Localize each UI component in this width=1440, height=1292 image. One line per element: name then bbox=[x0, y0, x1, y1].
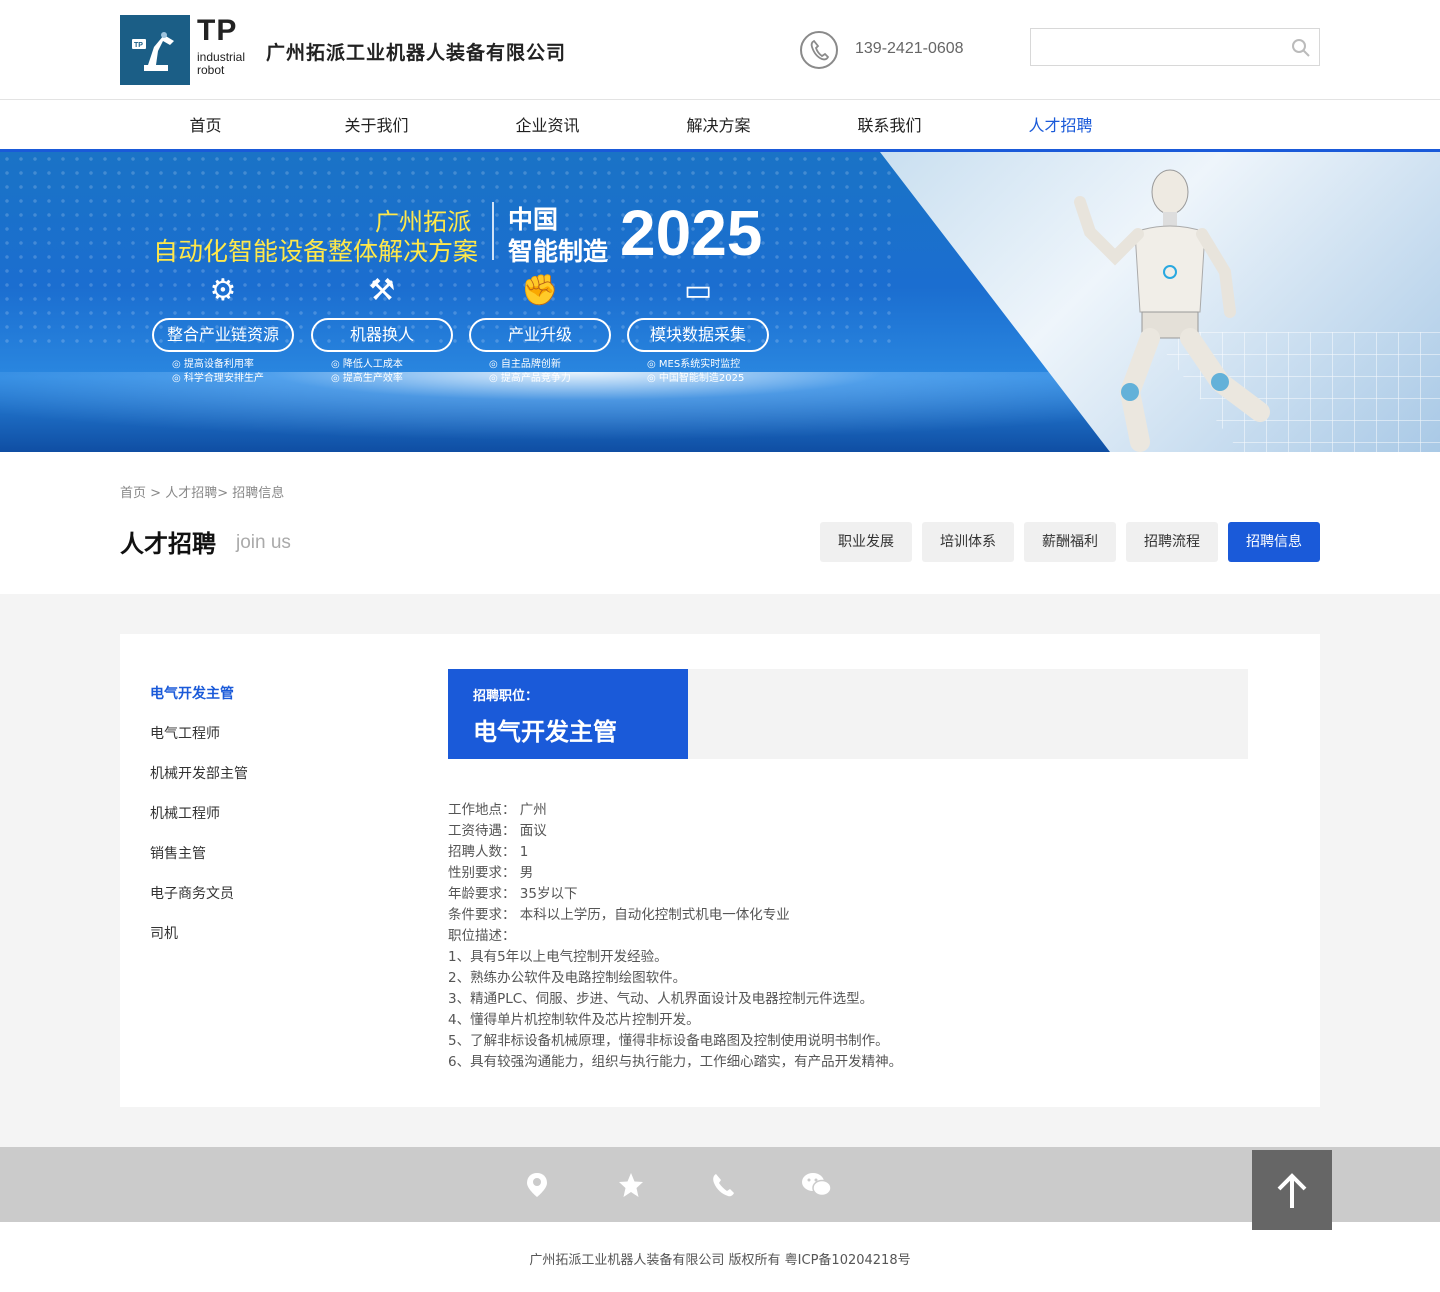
job-detail-line: 6、具有较强沟通能力，组织与执行能力，工作细心踏实，有产品开发精神。 bbox=[448, 1054, 903, 1070]
feature-sub: ◎ 提高设备利用率 bbox=[172, 359, 254, 370]
job-label: 招聘职位： bbox=[473, 689, 539, 704]
job-detail-line: 工作地点： 广州 bbox=[448, 802, 547, 818]
search-icon[interactable] bbox=[1291, 38, 1311, 58]
job-detail-line: 3、精通PLC、伺服、步进、气动、人机界面设计及电器控制元件选型。 bbox=[448, 991, 874, 1007]
phone-number: 139-2421-0608 bbox=[855, 40, 964, 57]
job-list-item[interactable]: 机械开发部主管 bbox=[150, 754, 248, 794]
star-icon[interactable] bbox=[617, 1171, 709, 1199]
hero-banner: 广州拓派 自动化智能设备整体解决方案 中国 智能制造 2025 ⚙ 整合产业链资… bbox=[0, 152, 1440, 452]
banner-feature: ▭ 模块数据采集 ◎ MES系统实时监控 ◎ 中国智能制造2025 bbox=[627, 270, 769, 386]
nav-item-careers[interactable]: 人才招聘 bbox=[975, 100, 1146, 152]
job-detail-line: 招聘人数： 1 bbox=[448, 844, 529, 860]
logo-wordmark: TP industrial robot bbox=[197, 14, 246, 77]
tab-career-development[interactable]: 职业发展 bbox=[820, 522, 912, 562]
job-card: 电气开发主管 电气工程师 机械开发部主管 机械工程师 销售主管 电子商务文员 司… bbox=[120, 634, 1320, 1107]
job-list-item[interactable]: 司机 bbox=[150, 914, 248, 954]
job-list-item[interactable]: 销售主管 bbox=[150, 834, 248, 874]
wechat-icon[interactable] bbox=[801, 1171, 893, 1199]
job-details: 工作地点： 广州 工资待遇： 面议 招聘人数： 1 性别要求： 男 年龄要求： … bbox=[448, 800, 902, 1073]
search-box bbox=[1030, 28, 1320, 66]
job-list-item[interactable]: 电气开发主管 bbox=[150, 674, 248, 714]
phone-icon bbox=[800, 31, 838, 69]
robot-arm-logo-icon: TP bbox=[132, 32, 174, 71]
banner-divider bbox=[492, 202, 494, 260]
feature-label: 模块数据采集 bbox=[627, 318, 769, 352]
banner-feature: ✊ 产业升级 ◎ 自主品牌创新 ◎ 提高产品竞争力 bbox=[469, 270, 611, 386]
upgrade-hand-icon: ✊ bbox=[521, 273, 559, 308]
feature-sub: ◎ MES系统实时监控 bbox=[647, 359, 741, 370]
job-title-box: 招聘职位： 电气开发主管 bbox=[448, 669, 688, 759]
tab-job-openings[interactable]: 招聘信息 bbox=[1228, 522, 1320, 562]
arrow-up-icon bbox=[1277, 1173, 1307, 1208]
humanoid-robot-image bbox=[1074, 169, 1270, 452]
company-name: 广州拓派工业机器人装备有限公司 bbox=[266, 42, 567, 64]
breadcrumb: 首页 > 人才招聘> 招聘信息 bbox=[120, 452, 1320, 522]
company-logo[interactable]: TP bbox=[120, 15, 190, 85]
sub-nav-tabs: 职业发展 培训体系 薪酬福利 招聘流程 招聘信息 bbox=[810, 522, 1320, 562]
job-detail-line: 4、懂得单片机控制软件及芯片控制开发。 bbox=[448, 1012, 700, 1028]
breadcrumb-home[interactable]: 首页 bbox=[120, 486, 146, 501]
feature-sub: ◎ 自主品牌创新 bbox=[489, 359, 561, 370]
job-name: 电气开发主管 bbox=[473, 718, 617, 746]
banner-title-tagline: 自动化智能设备整体解决方案 bbox=[153, 237, 479, 266]
nav-item-home[interactable]: 首页 bbox=[120, 100, 291, 152]
job-detail-line: 年龄要求： 35岁以下 bbox=[448, 886, 578, 902]
monitor-chart-icon: ▭ bbox=[683, 273, 713, 308]
section-header: 人才招聘 join us 职业发展 培训体系 薪酬福利 招聘流程 招聘信息 bbox=[120, 522, 1320, 594]
location-icon[interactable] bbox=[525, 1171, 617, 1199]
feature-label: 产业升级 bbox=[469, 318, 611, 352]
phone-icon[interactable] bbox=[709, 1171, 801, 1199]
job-detail-line: 1、具有5年以上电气控制开发经验。 bbox=[448, 949, 668, 965]
nav-item-solutions[interactable]: 解决方案 bbox=[633, 100, 804, 152]
content-area: 电气开发主管 电气工程师 机械开发部主管 机械工程师 销售主管 电子商务文员 司… bbox=[0, 594, 1440, 1147]
main-nav: 首页 关于我们 企业资讯 解决方案 联系我们 人才招聘 bbox=[0, 100, 1440, 152]
breadcrumb-separator: > bbox=[146, 486, 166, 501]
nav-item-contact[interactable]: 联系我们 bbox=[804, 100, 975, 152]
tab-hiring-process[interactable]: 招聘流程 bbox=[1126, 522, 1218, 562]
banner-year: 2025 bbox=[620, 197, 763, 269]
feature-sub: ◎ 中国智能制造2025 bbox=[647, 373, 745, 384]
page-title-en: join us bbox=[236, 532, 291, 553]
feature-label: 机器换人 bbox=[311, 318, 453, 352]
job-list: 电气开发主管 电气工程师 机械开发部主管 机械工程师 销售主管 电子商务文员 司… bbox=[150, 674, 248, 954]
job-list-item[interactable]: 电子商务文员 bbox=[150, 874, 248, 914]
job-detail-line: 工资待遇： 面议 bbox=[448, 823, 547, 839]
job-detail-line: 2、熟练办公软件及电路控制绘图软件。 bbox=[448, 970, 687, 986]
svg-text:TP: TP bbox=[134, 42, 143, 49]
copyright: 广州拓派工业机器人装备有限公司 版权所有 粤ICP备10204218号 bbox=[529, 1253, 911, 1268]
job-title-banner: 招聘职位： 电气开发主管 bbox=[448, 669, 1248, 759]
footer-icons bbox=[525, 1171, 893, 1199]
job-list-item[interactable]: 电气工程师 bbox=[150, 714, 248, 754]
feature-sub: ◎ 降低人工成本 bbox=[331, 359, 403, 370]
banner-feature: ⚙ 整合产业链资源 ◎ 提高设备利用率 ◎ 科学合理安排生产 bbox=[152, 270, 294, 386]
robot-arm-icon: ⚒ bbox=[368, 273, 396, 308]
page-title: 人才招聘 bbox=[120, 530, 216, 558]
breadcrumb-current: 招聘信息 bbox=[232, 486, 285, 501]
banner-feature: ⚒ 机器换人 ◎ 降低人工成本 ◎ 提高生产效率 bbox=[311, 270, 453, 386]
banner-china: 中国 bbox=[508, 205, 559, 234]
feature-sub: ◎ 提高生产效率 bbox=[331, 373, 403, 384]
search-input[interactable] bbox=[1031, 29, 1271, 65]
job-detail-line: 5、了解非标设备机械原理，懂得非标设备电路图及控制使用说明书制作。 bbox=[448, 1033, 889, 1049]
feature-sub: ◎ 科学合理安排生产 bbox=[172, 373, 264, 384]
site-header: TP TP industrial robot 广州拓派工业机器人装备有限公司 1… bbox=[0, 0, 1440, 100]
job-detail-line: 条件要求： 本科以上学历，自动化控制式机电一体化专业 bbox=[448, 907, 790, 923]
feature-sub: ◎ 提高产品竞争力 bbox=[489, 373, 571, 384]
gears-icon: ⚙ bbox=[209, 273, 237, 308]
nav-item-about[interactable]: 关于我们 bbox=[291, 100, 462, 152]
feature-label: 整合产业链资源 bbox=[152, 318, 294, 352]
nav-item-news[interactable]: 企业资讯 bbox=[462, 100, 633, 152]
job-list-item[interactable]: 机械工程师 bbox=[150, 794, 248, 834]
tab-training[interactable]: 培训体系 bbox=[922, 522, 1014, 562]
banner-smart-manufacturing: 智能制造 bbox=[508, 237, 609, 266]
back-to-top-button[interactable] bbox=[1252, 1150, 1332, 1230]
breadcrumb-section[interactable]: 人才招聘 bbox=[165, 486, 217, 501]
breadcrumb-separator: > bbox=[217, 486, 233, 501]
job-detail-line: 性别要求： 男 bbox=[448, 865, 534, 881]
footer-icon-bar bbox=[0, 1147, 1440, 1230]
tab-compensation[interactable]: 薪酬福利 bbox=[1024, 522, 1116, 562]
job-detail-line: 职位描述： bbox=[448, 928, 516, 944]
